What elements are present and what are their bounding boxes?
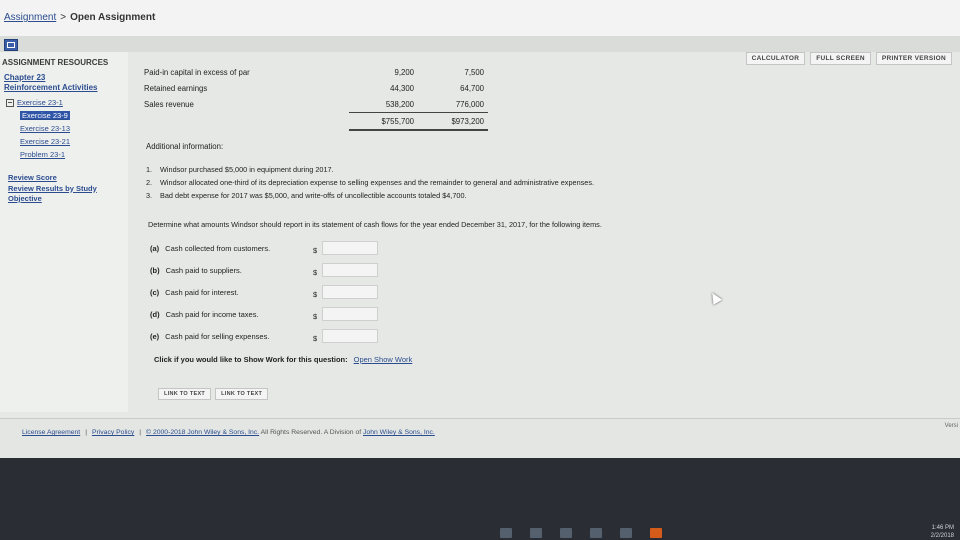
- total-value-2017: $973,200: [418, 112, 488, 131]
- row-value-2016: 9,200: [394, 67, 414, 77]
- clock-date: 2/2/2018: [930, 533, 954, 539]
- open-show-work-link[interactable]: Open Show Work: [354, 355, 413, 364]
- question-text: Determine what amounts Windsor should re…: [148, 220, 602, 229]
- table-row: Retained earnings 44,300 64,700: [144, 80, 488, 96]
- link-to-text-button-1[interactable]: LINK TO TEXT: [158, 388, 212, 400]
- review-score-link[interactable]: Review Score: [8, 173, 97, 183]
- chapter-title[interactable]: Chapter 23: [4, 73, 124, 83]
- sidebar-item-exercise-23-9[interactable]: Exercise 23-9: [6, 110, 124, 123]
- taskbar-app-icon[interactable]: [560, 528, 572, 538]
- taskbar-app-icon[interactable]: [500, 528, 512, 538]
- full-screen-button[interactable]: FULL SCREEN: [810, 52, 871, 65]
- currency-symbol: $: [313, 290, 318, 299]
- toggle-sidebar-icon[interactable]: [4, 39, 18, 51]
- taskbar-app-icon[interactable]: [590, 528, 602, 538]
- breadcrumb-assignment-link[interactable]: Assignment: [4, 12, 56, 23]
- currency-symbol: $: [313, 312, 318, 321]
- top-bar: Assignment > Open Assignment: [0, 0, 960, 37]
- chapter-subtitle[interactable]: Reinforcement Activities: [4, 83, 124, 93]
- row-value-2016: 44,300: [390, 83, 414, 93]
- table-row: Paid-in capital in excess of par 9,200 7…: [144, 64, 488, 80]
- taskbar-icons: [500, 528, 662, 538]
- answer-label: (a) Cash collected from customers.: [150, 244, 271, 253]
- assignment-resources-sidebar: ASSIGNMENT RESOURCES Chapter 23 Reinforc…: [0, 52, 128, 412]
- version-label: Versi: [944, 423, 958, 429]
- privacy-policy-link[interactable]: Privacy Policy: [92, 429, 134, 436]
- answer-label: (d) Cash paid for income taxes.: [150, 310, 259, 319]
- additional-info-list: 1. Windsor purchased $5,000 in equipment …: [146, 164, 594, 203]
- calculator-button[interactable]: CALCULATOR: [745, 52, 806, 65]
- review-results-link-line1[interactable]: Review Results by Study: [8, 184, 97, 194]
- answer-label: (e) Cash paid for selling expenses.: [150, 332, 270, 341]
- currency-symbol: $: [313, 268, 318, 277]
- answer-row-a: (a) Cash collected from customers. $: [150, 240, 380, 262]
- sidebar-title: ASSIGNMENT RESOURCES: [2, 58, 109, 67]
- show-work-prompt: Click if you would like to Show Work for…: [154, 355, 348, 364]
- link-to-text-button-2[interactable]: LINK TO TEXT: [215, 388, 269, 400]
- row-value-2017: 776,000: [455, 99, 484, 109]
- sidebar-item-exercise-23-13[interactable]: Exercise 23-13: [6, 123, 124, 136]
- toolbar: CALCULATOR FULL SCREEN PRINTER VERSION: [745, 52, 952, 65]
- answer-row-b: (b) Cash paid to suppliers. $: [150, 262, 380, 284]
- cash-collected-input[interactable]: [322, 241, 378, 255]
- financial-table: Paid-in capital in excess of par 9,200 7…: [144, 64, 488, 131]
- sidebar-item-problem-23-1[interactable]: Problem 23-1: [6, 149, 124, 162]
- wiley-link[interactable]: John Wiley & Sons, Inc.: [363, 429, 435, 436]
- os-taskbar: 1:46 PM 2/2/2018: [0, 458, 960, 540]
- license-agreement-link[interactable]: License Agreement: [22, 429, 80, 436]
- breadcrumb: Assignment > Open Assignment: [4, 12, 155, 23]
- breadcrumb-separator: >: [60, 12, 67, 23]
- link-to-text-buttons: LINK TO TEXT LINK TO TEXT: [158, 388, 269, 400]
- question-content: Paid-in capital in excess of par 9,200 7…: [134, 58, 754, 408]
- answer-row-c: (c) Cash paid for interest. $: [150, 284, 380, 306]
- breadcrumb-current: Open Assignment: [70, 12, 156, 23]
- table-total-row: $755,700 $973,200: [144, 112, 488, 131]
- answer-label: (b) Cash paid to suppliers.: [150, 266, 242, 275]
- cash-paid-selling-expenses-input[interactable]: [322, 329, 378, 343]
- clock-time: 1:46 PM: [931, 525, 954, 531]
- answer-list: (a) Cash collected from customers. $ (b) C…: [150, 240, 380, 350]
- row-value-2016: 538,200: [385, 99, 414, 109]
- footer-text: License Agreement | Privacy Policy | © 2000-…: [22, 429, 435, 436]
- table-row: Sales revenue 538,200 776,000: [144, 96, 488, 113]
- review-links: Review Score Review Results by Study Obj…: [8, 173, 97, 205]
- row-value-2017: 7,500: [464, 67, 484, 77]
- row-label: Paid-in capital in excess of par: [144, 67, 250, 77]
- review-results-link-line2[interactable]: Objective: [8, 194, 97, 204]
- answer-label: (c) Cash paid for interest.: [150, 288, 239, 297]
- currency-symbol: $: [313, 246, 318, 255]
- row-label: Retained earnings: [144, 83, 208, 93]
- list-item: 1. Windsor purchased $5,000 in equipment …: [146, 165, 334, 174]
- chapter-link[interactable]: Chapter 23 Reinforcement Activities: [4, 73, 124, 93]
- page-footer: License Agreement | Privacy Policy | © 2000-…: [0, 418, 960, 459]
- sidebar-item-exercise-23-21[interactable]: Exercise 23-21: [6, 136, 124, 149]
- collapse-tree-icon[interactable]: [6, 99, 14, 108]
- additional-info-heading: Additional information:: [146, 142, 224, 151]
- currency-symbol: $: [313, 334, 318, 343]
- exercise-list: Exercise 23-1 Exercise 23-9 Exercise 23-…: [6, 97, 124, 162]
- sidebar-item-exercise-23-1[interactable]: Exercise 23-1: [6, 97, 124, 110]
- nav-strip: [0, 36, 960, 52]
- list-item: 2. Windsor allocated one-third of its dep…: [146, 178, 595, 187]
- row-value-2017: 64,700: [460, 83, 484, 93]
- copyright-link[interactable]: © 2000-2018 John Wiley & Sons, Inc.: [146, 429, 259, 436]
- cash-paid-interest-input[interactable]: [322, 285, 378, 299]
- row-label: Sales revenue: [144, 99, 194, 109]
- total-value-2016: $755,700: [349, 112, 418, 131]
- answer-row-e: (e) Cash paid for selling expenses. $: [150, 328, 380, 350]
- cash-paid-suppliers-input[interactable]: [322, 263, 378, 277]
- rights-text: All Rights Reserved. A Division of: [260, 429, 362, 436]
- printer-version-button[interactable]: PRINTER VERSION: [875, 52, 952, 65]
- taskbar-app-icon[interactable]: [650, 528, 662, 538]
- answer-row-d: (d) Cash paid for income taxes. $: [150, 306, 380, 328]
- taskbar-app-icon[interactable]: [620, 528, 632, 538]
- list-item: 3. Bad debt expense for 2017 was $5,000, …: [146, 191, 467, 200]
- taskbar-app-icon[interactable]: [530, 528, 542, 538]
- show-work-row: Click if you would like to Show Work for…: [154, 355, 412, 364]
- cash-paid-income-taxes-input[interactable]: [322, 307, 378, 321]
- taskbar-clock[interactable]: 1:46 PM 2/2/2018: [931, 524, 954, 540]
